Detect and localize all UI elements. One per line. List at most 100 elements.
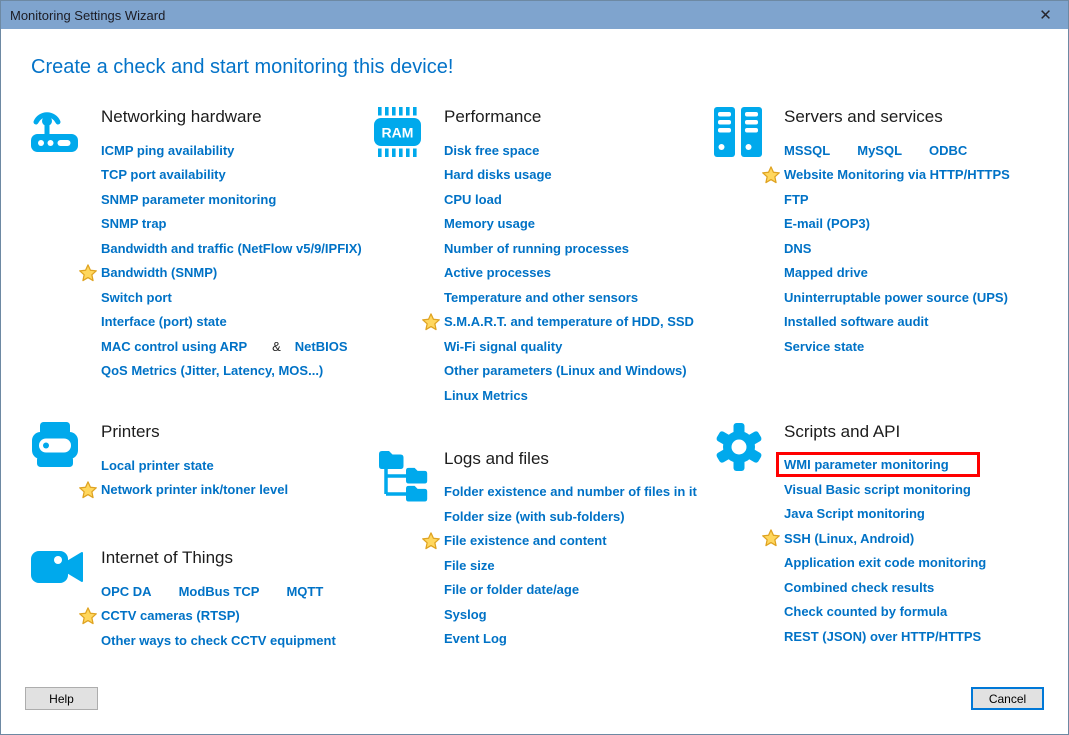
list-item: CCTV cameras (RTSP) [79, 604, 374, 629]
check-link[interactable]: ModBus TCP [179, 584, 260, 599]
check-link[interactable]: Mapped drive [784, 265, 868, 280]
check-link[interactable]: Website Monitoring via HTTP/HTTPS [784, 167, 1010, 182]
check-link[interactable]: Check counted by formula [784, 604, 947, 619]
section-title: Servers and services [784, 107, 943, 126]
check-link[interactable]: Active processes [444, 265, 551, 280]
check-link[interactable]: Linux Metrics [444, 388, 528, 403]
check-link[interactable]: QoS Metrics (Jitter, Latency, MOS...) [101, 363, 323, 378]
check-link[interactable]: MySQL [857, 143, 902, 158]
router-icon [31, 107, 101, 155]
check-link[interactable]: Folder size (with sub-folders) [444, 509, 625, 524]
check-link[interactable]: SNMP trap [101, 216, 167, 231]
check-link[interactable]: File size [444, 558, 495, 573]
list-item: CPU load [444, 187, 714, 212]
check-link[interactable]: Service state [784, 339, 864, 354]
check-link[interactable]: Syslog [444, 607, 487, 622]
list-item: Memory usage [444, 212, 714, 237]
check-link[interactable]: TCP port availability [101, 167, 226, 182]
list-item: Hard disks usage [444, 163, 714, 188]
check-link[interactable]: Uninterruptable power source (UPS) [784, 290, 1008, 305]
check-link[interactable]: Event Log [444, 631, 507, 646]
check-link[interactable]: ODBC [929, 143, 967, 158]
printer-icon [31, 422, 101, 474]
check-link[interactable]: MSSQL [784, 143, 830, 158]
list-item: Local printer state [101, 453, 374, 478]
check-link[interactable]: SNMP parameter monitoring [101, 192, 276, 207]
list-item: Bandwidth (SNMP) [79, 261, 374, 286]
list-item: File existence and content [422, 529, 714, 554]
list-item: Other parameters (Linux and Windows) [444, 359, 714, 384]
list-item: Network printer ink/toner level [79, 478, 374, 503]
check-link[interactable]: OPC DA [101, 584, 152, 599]
check-link[interactable]: Other parameters (Linux and Windows) [444, 363, 687, 378]
list-item: Bandwidth and traffic (NetFlow v5/9/IPFI… [101, 236, 374, 261]
check-link[interactable]: Disk free space [444, 143, 539, 158]
camera-icon [31, 548, 101, 588]
check-link[interactable]: Hard disks usage [444, 167, 552, 182]
check-link[interactable]: FTP [784, 192, 809, 207]
list-item: Website Monitoring via HTTP/HTTPS [762, 163, 1040, 188]
check-link[interactable]: Folder existence and number of files in … [444, 484, 697, 499]
list-item: WMI parameter monitoring [776, 452, 1040, 478]
column-left: Networking hardware ICMP ping availabilit… [31, 105, 374, 653]
check-link[interactable]: Local printer state [101, 458, 214, 473]
check-link[interactable]: SSH (Linux, Android) [784, 531, 914, 546]
star-icon [762, 529, 780, 547]
check-link[interactable]: Temperature and other sensors [444, 290, 638, 305]
cancel-button[interactable]: Cancel [971, 687, 1044, 710]
star-icon [762, 165, 780, 184]
check-link[interactable]: S.M.A.R.T. and temperature of HDD, SSD [444, 314, 694, 329]
check-link[interactable]: REST (JSON) over HTTP/HTTPS [784, 629, 981, 644]
list-item: Mapped drive [784, 261, 1040, 286]
list-item: SNMP trap [101, 212, 374, 237]
check-link[interactable]: CCTV cameras (RTSP) [101, 608, 240, 623]
folders-icon [374, 449, 444, 503]
list-item: Installed software audit [784, 310, 1040, 335]
check-link[interactable]: Other ways to check CCTV equipment [101, 633, 336, 648]
check-link[interactable]: Java Script monitoring [784, 506, 925, 521]
list-item: ICMP ping availability [101, 138, 374, 163]
check-link[interactable]: DNS [784, 241, 811, 256]
list-item: File size [444, 553, 714, 578]
check-link[interactable]: File or folder date/age [444, 582, 579, 597]
list-item: REST (JSON) over HTTP/HTTPS [784, 624, 1040, 649]
help-button[interactable]: Help [25, 687, 98, 710]
list-item: Other ways to check CCTV equipment [101, 628, 374, 653]
list-item: SSH (Linux, Android) [762, 526, 1040, 551]
check-link[interactable]: Visual Basic script monitoring [784, 482, 971, 497]
check-link[interactable]: Combined check results [784, 580, 934, 595]
check-link[interactable]: Interface (port) state [101, 314, 227, 329]
check-link[interactable]: Application exit code monitoring [784, 555, 986, 570]
section-title: Performance [444, 107, 542, 126]
check-link[interactable]: ICMP ping availability [101, 143, 234, 158]
section-internet-of-things: Internet of Things OPC DA ModBus TCP MQTT CC… [31, 546, 374, 653]
check-link[interactable]: Bandwidth (SNMP) [101, 265, 217, 280]
check-link[interactable]: Wi-Fi signal quality [444, 339, 562, 354]
check-link[interactable]: Bandwidth and traffic (NetFlow v5/9/IPFI… [101, 241, 362, 256]
section-title: Printers [101, 422, 160, 441]
check-link[interactable]: CPU load [444, 192, 502, 207]
list-item: Temperature and other sensors [444, 285, 714, 310]
check-link[interactable]: MQTT [286, 584, 323, 599]
list-item: DNS [784, 236, 1040, 261]
check-link[interactable]: E-mail (POP3) [784, 216, 870, 231]
check-link[interactable]: NetBIOS [295, 339, 348, 354]
list-item: E-mail (POP3) [784, 212, 1040, 237]
check-link[interactable]: Number of running processes [444, 241, 629, 256]
list-item: Java Script monitoring [784, 502, 1040, 527]
check-link[interactable]: File existence and content [444, 533, 607, 548]
section-scripts-and-api: Scripts and API WMI parameter monitoring V… [714, 420, 1040, 649]
check-link[interactable]: Memory usage [444, 216, 535, 231]
star-icon [422, 531, 440, 550]
check-link[interactable]: WMI parameter monitoring [784, 457, 949, 472]
star-icon [79, 480, 97, 499]
star-icon [422, 312, 440, 331]
check-link[interactable]: Installed software audit [784, 314, 928, 329]
check-link[interactable]: MAC control using ARP [101, 339, 247, 354]
list-item: SNMP parameter monitoring [101, 187, 374, 212]
section-title: Logs and files [444, 448, 549, 468]
check-link[interactable]: Network printer ink/toner level [101, 482, 288, 497]
check-link[interactable]: Switch port [101, 290, 172, 305]
list-item: Application exit code monitoring [784, 551, 1040, 576]
close-icon[interactable]: ✕ [1023, 1, 1068, 29]
